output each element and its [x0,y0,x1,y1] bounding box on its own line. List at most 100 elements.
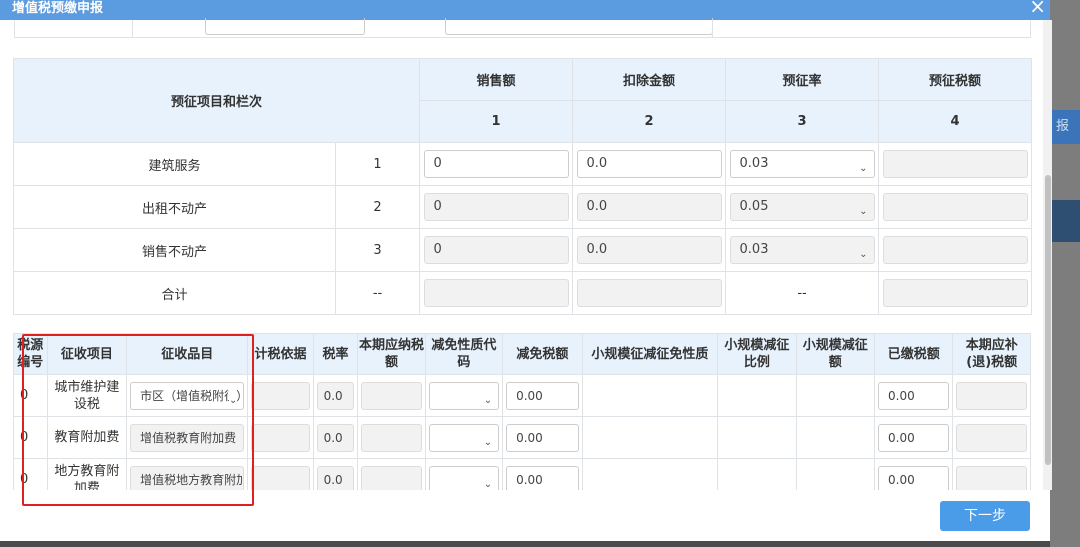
sales-input: 0 [423,236,569,264]
levy-item: 教育附加费 [46,416,128,459]
background-button: 报 [1050,110,1080,144]
src-no: 0 [13,416,48,459]
prepay-tax-output [882,193,1028,221]
header-levy-item: 征收项目 [46,333,128,375]
header-relief-amount: 减免税额 [502,333,583,375]
header-prepay-tax: 预征税额 [878,58,1033,101]
total-tax-output [882,279,1028,307]
deduct-input[interactable]: 0.0 [576,150,722,178]
row-name: 销售不动产 [13,228,336,272]
prepay-tax-output [882,236,1028,264]
tax-rate-output: 0.0 [316,381,355,410]
row-no: 2 [334,185,421,229]
modal-header: 增值税预缴申报 × [0,0,1050,20]
relief-amount-input[interactable]: 0.00 [506,423,579,452]
tax-rate-output: 0.0 [316,465,355,490]
header-due: 本期应补(退)税额 [952,333,1031,375]
header-levy-subitem: 征收品目 [126,333,249,375]
total-deduct-output [576,279,722,307]
tax-basis-output [251,381,310,410]
payable-output [361,381,422,410]
header-prepay-item: 预征项目和栏次 [12,58,421,143]
header-sales: 销售额 [419,58,574,101]
small-relief-amount [795,458,876,490]
header-col-no: 1 [419,100,574,143]
table-row-total: 合计 -- -- [13,271,1033,315]
header-src-no: 税源编号 [13,333,48,375]
row-no: 1 [334,142,421,186]
background-page [1050,0,1080,547]
table-row: 出租不动产 2 0 0.0 0.05 ⌄ [13,185,1033,229]
due-output [956,423,1027,452]
due-output [956,465,1027,490]
table-row: 建筑服务 1 0 0.0 0.03 ⌄ [13,142,1033,186]
paid-input[interactable]: 0.00 [878,423,950,452]
header-col-no: 3 [725,100,880,143]
payable-output [361,423,422,452]
levy-subitem-output: 增值税教育附加费 [130,423,245,452]
levy-subitem-output: 增值税地方教育附加 [130,465,245,490]
src-no: 0 [13,458,48,490]
small-relief-ratio [717,458,797,490]
deduct-input: 0.0 [576,236,722,264]
small-relief-nature [581,416,719,459]
small-relief-nature [581,374,719,417]
paid-input[interactable]: 0.00 [878,381,950,410]
header-tax-rate: 税率 [312,333,359,375]
surtax-table: 税源编号 征收项目 征收品目 计税依据 税率 本期应纳税额 减免性质代码 减免税… [13,333,1031,490]
close-icon[interactable]: × [1029,0,1046,16]
chevron-down-icon: ⌄ [859,249,868,260]
relief-code-select[interactable]: ⌄ [428,423,500,452]
total-no: -- [334,271,421,315]
small-relief-amount [795,416,876,459]
due-output [956,381,1027,410]
chevron-down-icon: ⌄ [483,436,493,448]
tax-rate-output: 0.0 [316,423,355,452]
small-relief-amount [795,374,876,417]
scrollbar-thumb[interactable] [1045,175,1051,465]
header-col-no: 2 [572,100,727,143]
row-name: 出租不动产 [13,185,336,229]
header-small-relief-nature: 小规模征减征免性质 [581,333,719,375]
relief-code-select[interactable]: ⌄ [428,381,500,410]
levy-subitem-select[interactable]: 市区（增值税附征） ⌄ [130,381,245,410]
src-no: 0 [13,374,48,417]
deduct-input: 0.0 [576,193,722,221]
total-rate: -- [725,271,880,315]
relief-amount-input[interactable]: 0.00 [506,465,579,490]
chevron-down-icon: ⌄ [859,206,868,217]
levy-item: 城市维护建设税 [46,374,128,417]
relief-code-select[interactable]: ⌄ [428,465,500,490]
rate-select[interactable]: 0.05 ⌄ [729,193,875,221]
header-col-no: 4 [878,100,1033,143]
chevron-down-icon: ⌄ [859,163,868,174]
table-row: 0 教育附加费 增值税教育附加费 0.0 ⌄ 0.00 0.00 [13,416,1031,459]
header-small-relief-amount: 小规模减征额 [795,333,876,375]
rate-select[interactable]: 0.03 ⌄ [729,150,875,178]
header-relief-code: 减免性质代码 [424,333,504,375]
sales-input[interactable]: 0 [423,150,569,178]
rate-select[interactable]: 0.03 ⌄ [729,236,875,264]
prepay-tax-output [882,150,1028,178]
header-tax-basis: 计税依据 [247,333,314,375]
surtax-table-container[interactable]: 税源编号 征收项目 征收品目 计税依据 税率 本期应纳税额 减免性质代码 减免税… [13,333,1031,490]
table-row: 0 城市维护建设税 市区（增值税附征） ⌄ 0.0 ⌄ 0.00 0.00 [13,374,1031,417]
total-label: 合计 [13,271,336,315]
header-paid: 已缴税额 [873,333,954,375]
next-step-button[interactable]: 下一步 [940,501,1030,531]
row-name: 建筑服务 [13,142,336,186]
small-relief-ratio [717,416,797,459]
top-field-input-2[interactable] [445,18,713,35]
rate-value: 0.03 [739,156,769,171]
paid-input[interactable]: 0.00 [878,465,950,490]
rate-value: 0.05 [739,199,769,214]
levy-item: 地方教育附加费 [46,458,128,490]
prepay-declaration-modal: 增值税预缴申报 × 预征项目和栏次 销售额 扣除金额 预征率 预征税额 1 2 … [0,0,1052,547]
header-small-relief-ratio: 小规模减征比例 [717,333,797,375]
relief-amount-input[interactable]: 0.00 [506,381,579,410]
header-rate: 预征率 [725,58,880,101]
top-field-input-1[interactable] [205,18,365,35]
bottom-edge [0,541,1050,547]
table-row: 0 地方教育附加费 增值税地方教育附加 0.0 ⌄ 0.00 0.00 [13,458,1031,490]
chevron-down-icon: ⌄ [483,478,493,490]
